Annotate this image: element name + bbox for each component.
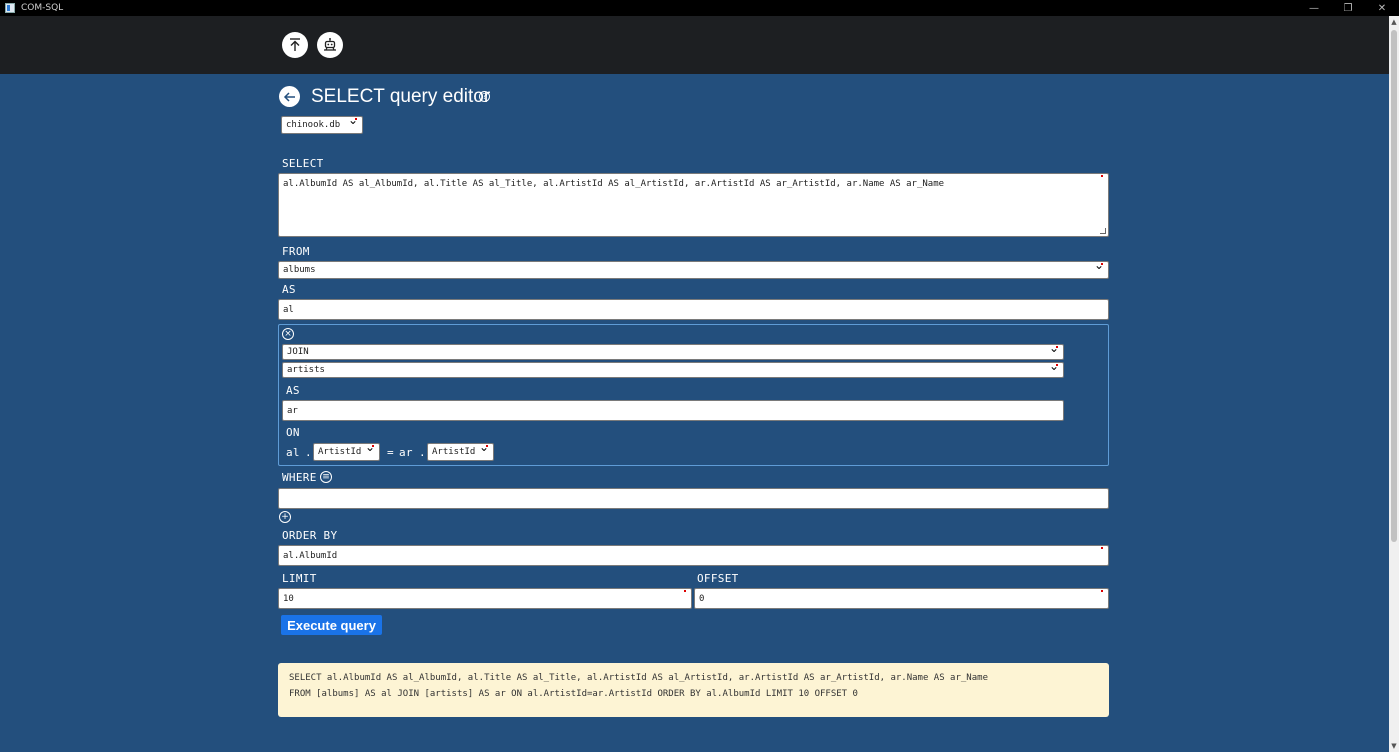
back-button[interactable]	[279, 86, 300, 107]
join-alias-input[interactable]: ar	[282, 400, 1064, 421]
resize-handle-icon[interactable]	[1100, 228, 1106, 234]
execute-query-button[interactable]: Execute query	[281, 615, 382, 635]
arrow-left-icon	[283, 91, 295, 102]
join-table-select[interactable]: artists	[282, 359, 1064, 378]
window-title-bar: COM-SQL — ❐ ✕	[0, 0, 1399, 16]
from-table-select[interactable]: albums	[278, 258, 1109, 279]
select-columns-textarea[interactable]: al.AlbumId AS al_AlbumId, al.Title AS al…	[278, 173, 1109, 237]
window-controls: — ❐ ✕	[1297, 0, 1399, 16]
where-label: WHERE	[282, 471, 317, 484]
page-title: SELECT query editor	[311, 86, 491, 107]
join-equals-sign: =	[387, 446, 394, 459]
robot-icon	[324, 38, 336, 51]
order-by-value: al.AlbumId	[283, 550, 338, 561]
remove-join-icon[interactable]: ×	[282, 328, 294, 340]
join-left-dot: .	[305, 446, 312, 459]
join-as-label: AS	[286, 384, 300, 397]
join-type-value: JOIN	[287, 347, 309, 357]
join-alias-value: ar	[287, 405, 298, 416]
scroll-down-icon[interactable]: ▼	[1389, 740, 1399, 752]
from-label: FROM	[282, 245, 310, 258]
offset-value: 0	[699, 593, 705, 604]
from-alias-input[interactable]: al	[278, 299, 1109, 320]
close-button[interactable]: ✕	[1365, 0, 1399, 16]
join-right-alias: ar	[399, 446, 413, 459]
limit-input[interactable]: 10	[278, 588, 692, 609]
database-selected-value: chinook.db	[286, 120, 341, 130]
scrollbar-thumb[interactable]	[1391, 30, 1397, 542]
limit-value: 10	[283, 593, 294, 604]
select-label: SELECT	[282, 157, 324, 170]
offset-input[interactable]: 0	[694, 588, 1109, 609]
select-columns-value: al.AlbumId AS al_AlbumId, al.Title AS al…	[283, 179, 945, 189]
join-left-column-value: ArtistId	[318, 447, 362, 457]
help-icon[interactable]: ?	[479, 91, 490, 102]
add-clause-icon[interactable]: +	[279, 511, 291, 523]
generated-sql-line-1: SELECT al.AlbumId AS al_AlbumId, al.Titl…	[289, 673, 988, 683]
upload-icon	[290, 38, 300, 51]
generated-sql-line-2: FROM [albums] AS al JOIN [artists] AS ar…	[289, 689, 858, 699]
join-right-dot: .	[419, 446, 426, 459]
where-input[interactable]	[278, 488, 1109, 509]
order-by-label: ORDER BY	[282, 529, 338, 542]
offset-label: OFFSET	[697, 572, 739, 585]
from-table-value: albums	[283, 265, 316, 275]
scroll-up-icon[interactable]: ▲	[1389, 16, 1399, 28]
database-select[interactable]: chinook.db	[281, 113, 363, 134]
upload-button[interactable]	[282, 32, 308, 58]
join-on-label: ON	[286, 426, 300, 439]
from-as-label: AS	[282, 283, 296, 296]
limit-label: LIMIT	[282, 572, 317, 585]
page-scrollbar[interactable]: ▲ ▼	[1389, 16, 1399, 752]
minimize-button[interactable]: —	[1297, 0, 1331, 16]
window-title: COM-SQL	[21, 3, 64, 13]
generated-sql-panel: SELECT al.AlbumId AS al_AlbumId, al.Titl…	[278, 663, 1109, 717]
toggle-where-icon[interactable]: ≡	[320, 471, 332, 483]
join-type-select[interactable]: JOIN	[282, 341, 1064, 360]
join-right-column-select[interactable]: ArtistId	[427, 443, 494, 461]
order-by-input[interactable]: al.AlbumId	[278, 545, 1109, 566]
join-right-column-value: ArtistId	[432, 447, 476, 457]
join-left-alias: al	[286, 446, 300, 459]
app-header	[0, 16, 1389, 74]
restore-button[interactable]: ❐	[1331, 0, 1365, 16]
robot-button[interactable]	[317, 32, 343, 58]
from-alias-value: al	[283, 304, 294, 315]
app-icon	[5, 3, 15, 13]
join-table-value: artists	[287, 365, 325, 375]
join-left-column-select[interactable]: ArtistId	[313, 443, 380, 461]
